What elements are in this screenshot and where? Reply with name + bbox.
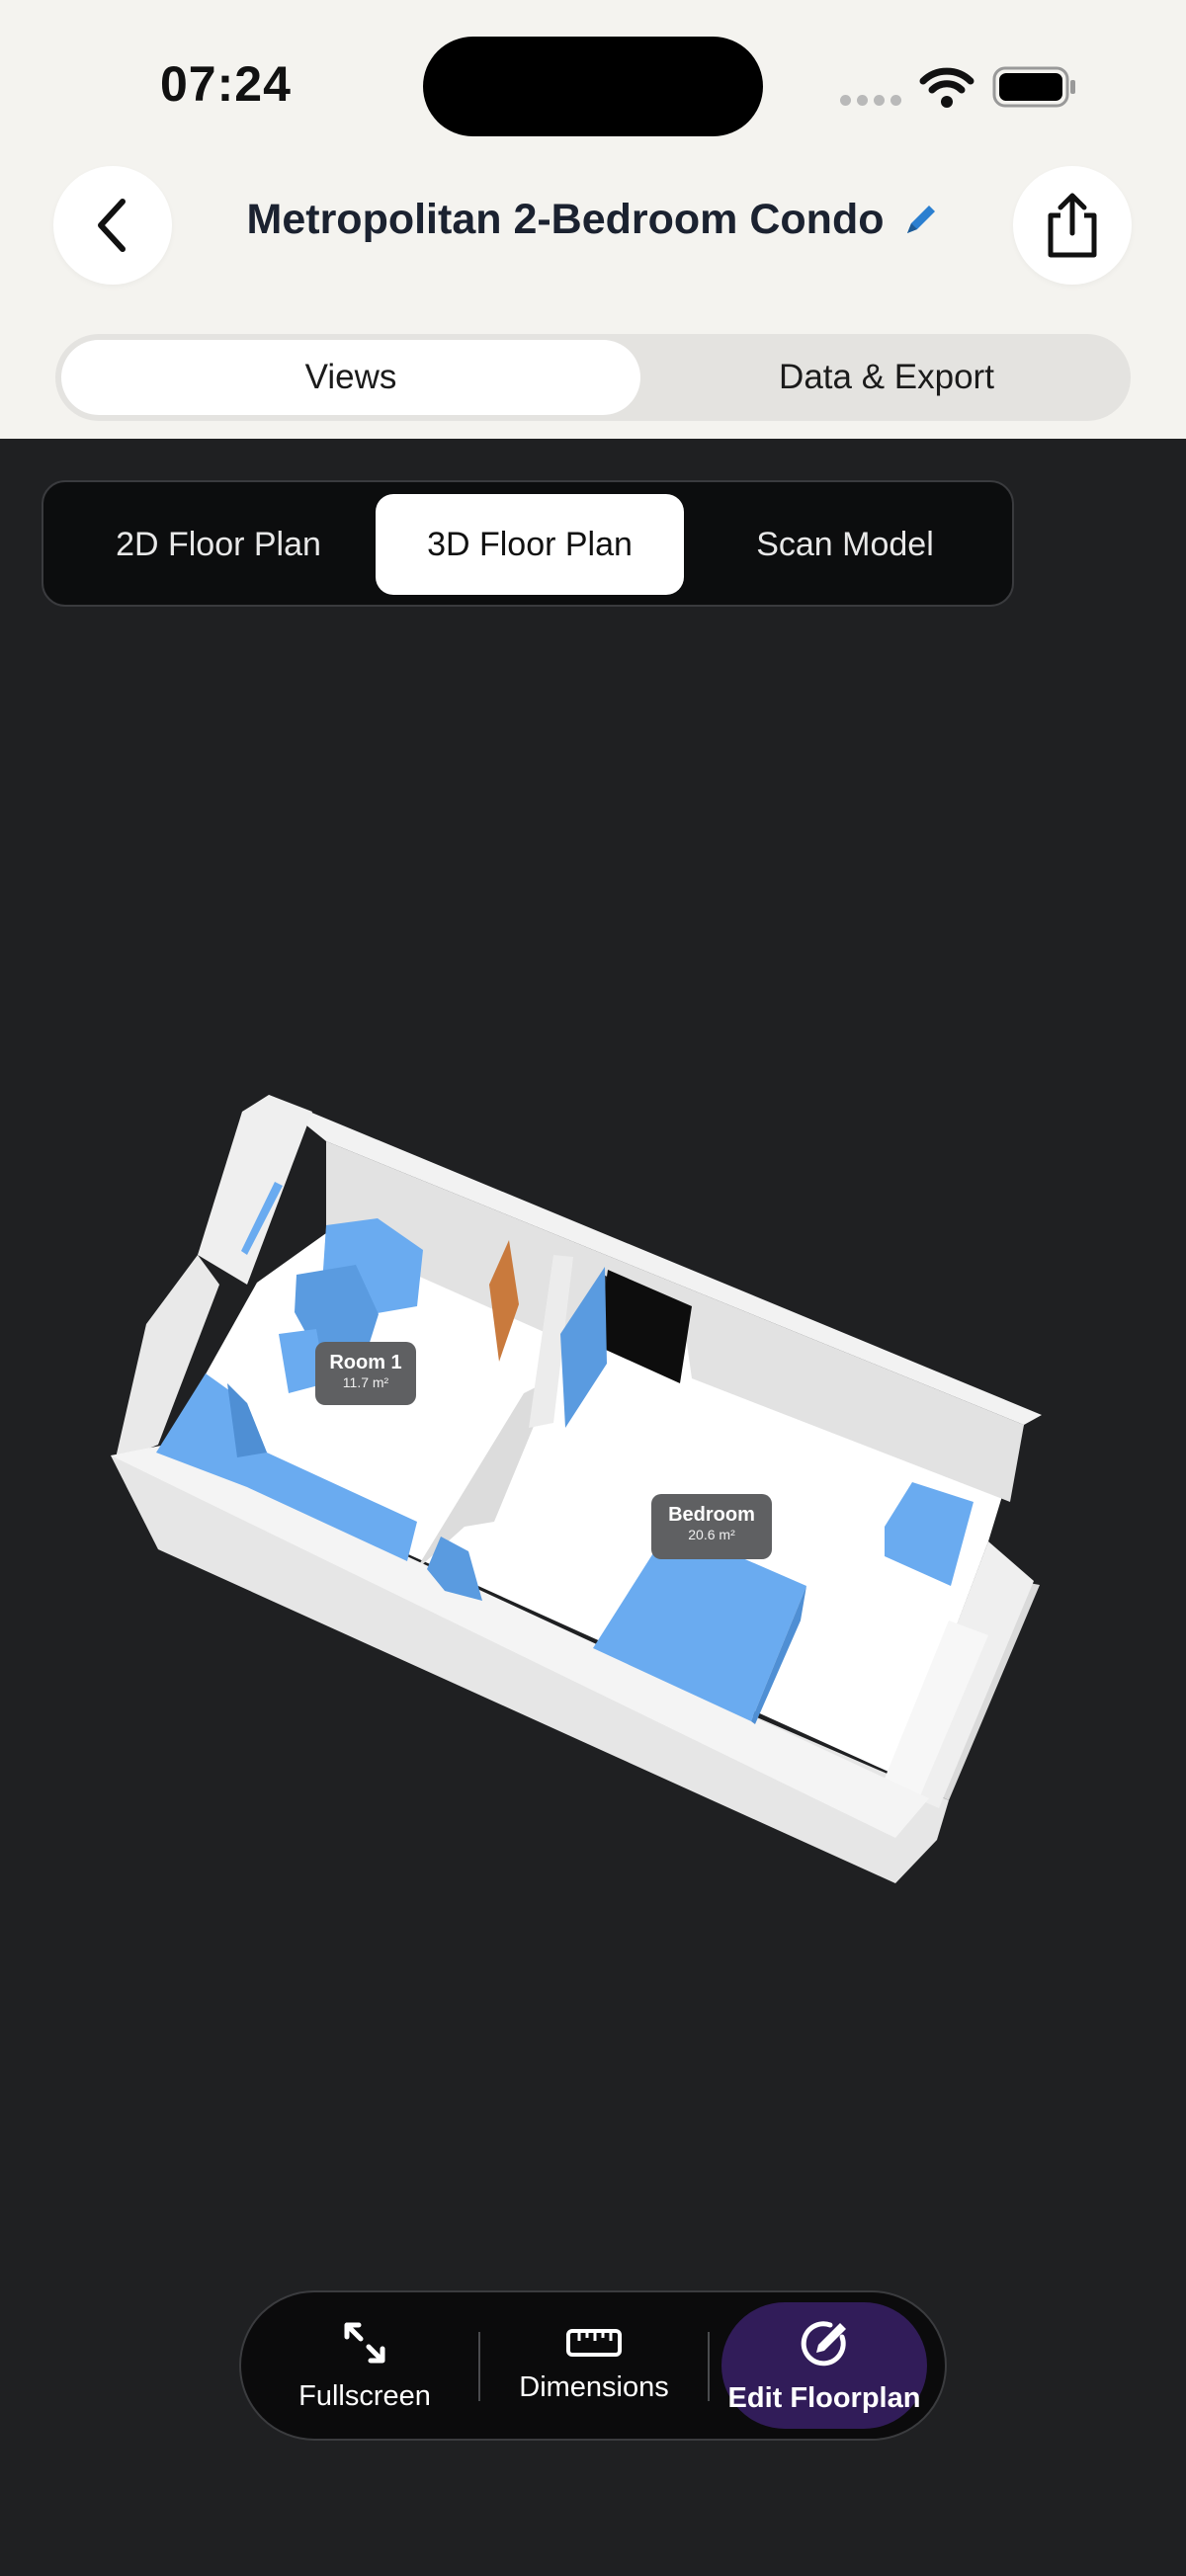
- room-label-room-1[interactable]: Room 1 11.7 m²: [315, 1342, 416, 1405]
- battery-icon: [992, 66, 1075, 108]
- edit-circle-icon: [801, 2320, 846, 2366]
- room-area: 11.7 m²: [342, 1374, 389, 1390]
- pencil-icon[interactable]: [901, 202, 939, 239]
- tab-2d-floor-plan[interactable]: 2D Floor Plan: [55, 494, 381, 595]
- room-label-bedroom[interactable]: Bedroom 20.6 m²: [651, 1494, 772, 1559]
- status-time: 07:24: [160, 56, 292, 112]
- 3d-floor-plan-view[interactable]: [0, 1047, 1186, 1917]
- room-name: Room 1: [329, 1352, 402, 1373]
- views-data-segmented-control: Views Data & Export: [55, 334, 1131, 421]
- wifi-icon: [919, 67, 974, 108]
- room-area: 20.6 m²: [688, 1527, 735, 1542]
- edit-floorplan-button[interactable]: Edit Floorplan: [721, 2302, 927, 2429]
- expand-icon: [344, 2322, 385, 2363]
- tab-data-export[interactable]: Data & Export: [648, 340, 1125, 415]
- dimensions-button[interactable]: Dimensions: [500, 2292, 688, 2439]
- tab-scan-model[interactable]: Scan Model: [688, 494, 1002, 595]
- dynamic-island: [423, 37, 763, 136]
- tab-views[interactable]: Views: [61, 340, 640, 415]
- bottom-toolbar: Fullscreen Dimensions Edit Floorplan: [239, 2290, 947, 2441]
- fullscreen-button[interactable]: Fullscreen: [271, 2292, 459, 2439]
- ruler-icon: [566, 2328, 622, 2357]
- divider: [708, 2332, 710, 2401]
- room-name: Bedroom: [668, 1504, 755, 1526]
- view-mode-tabs: 2D Floor Plan 3D Floor Plan Scan Model: [42, 480, 1014, 607]
- share-icon: [1048, 193, 1097, 258]
- dimensions-label: Dimensions: [519, 2370, 669, 2403]
- top-bar: 07:24 Metropolitan 2-Bedroom Condo Views…: [0, 0, 1186, 439]
- edit-floorplan-label: Edit Floorplan: [727, 2381, 921, 2414]
- share-button[interactable]: [1013, 166, 1132, 285]
- signal-icon: [840, 95, 901, 106]
- page-title: Metropolitan 2-Bedroom Condo: [0, 196, 1186, 244]
- tab-3d-floor-plan[interactable]: 3D Floor Plan: [376, 494, 684, 595]
- title-text: Metropolitan 2-Bedroom Condo: [246, 196, 885, 243]
- fullscreen-label: Fullscreen: [298, 2379, 431, 2412]
- divider: [478, 2332, 480, 2401]
